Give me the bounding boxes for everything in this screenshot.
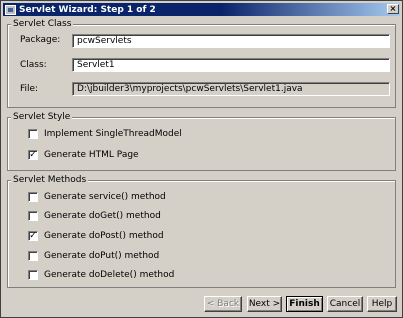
generate-doget-checkbox[interactable] [28,211,38,221]
generate-html-page-label: Generate HTML Page [44,150,139,160]
generate-html-page-option[interactable]: ✓ Generate HTML Page [28,149,139,161]
generate-dodelete-checkbox[interactable] [28,270,38,280]
generate-dodelete-option[interactable]: Generate doDelete() method [28,269,174,281]
implement-singlethreadmodel-label: Implement SingleThreadModel [44,129,182,139]
generate-service-checkbox[interactable] [28,192,38,202]
package-label: Package: [20,35,61,45]
generate-dopost-label: Generate doPost() method [44,231,164,241]
package-field[interactable]: pcwServlets [72,34,390,48]
back-button[interactable]: < Back [204,296,242,312]
implement-singlethreadmodel-option[interactable]: Implement SingleThreadModel [28,128,182,140]
file-field: D:\jbuilder3\myprojects\pcwServlets\Serv… [72,82,390,96]
generate-service-option[interactable]: Generate service() method [28,191,166,203]
next-button[interactable]: Next > [247,296,282,312]
window-title: Servlet Wizard: Step 1 of 2 [19,4,156,15]
generate-service-label: Generate service() method [44,192,166,202]
generate-doput-checkbox[interactable] [28,251,38,261]
finish-button[interactable]: Finish [286,296,323,312]
title-bar[interactable]: Servlet Wizard: Step 1 of 2 × [3,3,400,16]
file-label: File: [20,84,39,94]
servlet-methods-group: Servlet Methods Generate service() metho… [7,175,396,288]
servlet-style-group: Servlet Style Implement SingleThreadMode… [7,112,396,171]
servlet-style-group-title: Servlet Style [11,112,73,122]
class-label: Class: [20,60,47,70]
implement-singlethreadmodel-checkbox[interactable] [28,129,38,139]
generate-doget-option[interactable]: Generate doGet() method [28,210,161,222]
servlet-wizard-dialog: Servlet Wizard: Step 1 of 2 × Servlet Cl… [0,0,403,318]
generate-doget-label: Generate doGet() method [44,211,161,221]
generate-dopost-option[interactable]: ✓ Generate doPost() method [28,230,164,242]
close-button[interactable]: × [387,4,399,14]
generate-doput-label: Generate doPut() method [44,251,160,261]
servlet-class-group-title: Servlet Class [11,19,74,29]
generate-doput-option[interactable]: Generate doPut() method [28,250,159,262]
help-button[interactable]: Help [367,296,397,312]
servlet-methods-group-title: Servlet Methods [11,175,89,185]
cancel-button[interactable]: Cancel [327,296,363,312]
class-field[interactable]: Servlet1 [72,58,390,72]
java-app-icon [5,4,16,15]
generate-dopost-checkbox[interactable]: ✓ [28,231,38,241]
generate-dodelete-label: Generate doDelete() method [44,270,175,280]
button-bar: < Back Next > Finish Cancel Help [7,293,397,313]
servlet-class-group: Servlet Class Package: pcwServlets Class… [7,19,396,108]
generate-html-page-checkbox[interactable]: ✓ [28,150,38,160]
